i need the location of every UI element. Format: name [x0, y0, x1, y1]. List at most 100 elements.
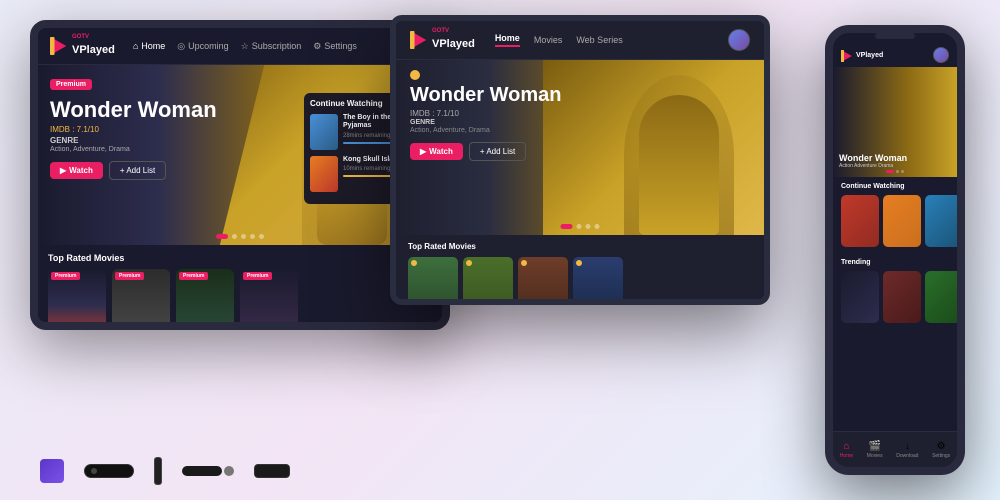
desktop-dot-4[interactable] — [595, 224, 600, 229]
mobile-nav-movies[interactable]: 🎬 Movies — [867, 441, 883, 459]
nav-subscription[interactable]: ☆ Subscription — [241, 41, 302, 52]
desktop-hero-content: Wonder Woman IMDB : 7.1/10 GENRE Action,… — [410, 70, 561, 161]
mobile-trend-card-3[interactable] — [925, 271, 963, 323]
mobile-cw-card-1[interactable] — [841, 195, 879, 247]
device-apple-tv — [254, 464, 290, 478]
desktop-logo-text: GOTV VPlayed — [432, 28, 475, 52]
desktop-nav-web-series[interactable]: Web Series — [576, 35, 622, 45]
logo-sub: GOTV — [72, 34, 115, 40]
mobile-trending-title: Trending — [841, 259, 949, 266]
movie-card-2[interactable]: Premium LOGAN — [112, 269, 170, 330]
movie-card-1[interactable]: Premium STAR WARS — [48, 269, 106, 330]
desktop-hero-genre: Action, Adventure, Drama — [410, 127, 561, 134]
mobile-trend-card-2[interactable] — [883, 271, 921, 323]
add-list-button[interactable]: + Add List — [109, 161, 166, 180]
tablet-logo: GOTV VPlayed — [50, 34, 115, 58]
nav-upcoming[interactable]: ◎ Upcoming — [177, 41, 228, 52]
dot-3[interactable] — [241, 234, 246, 239]
upcoming-icon: ◎ — [177, 41, 185, 52]
desktop-dot-3[interactable] — [586, 224, 591, 229]
dmc-dot-3 — [521, 260, 527, 266]
desktop-add-list-button[interactable]: + Add List — [469, 142, 526, 161]
mobile-download-icon: ↓ — [905, 441, 910, 452]
mobile-movies-label: Movies — [867, 453, 883, 459]
mobile-nav-home[interactable]: ⌂ Home — [840, 441, 853, 459]
desktop-play-icon-btn: ▶ — [420, 147, 426, 156]
devices-row — [40, 457, 290, 485]
dot-5[interactable] — [259, 234, 264, 239]
mobile-device: VPlayed Wonder Woman Action Adventure Dr… — [825, 25, 965, 475]
watch-button[interactable]: ▶ Watch — [50, 162, 103, 179]
mobile-user-avatar[interactable] — [933, 47, 949, 63]
desktop-hero-figure — [624, 75, 734, 235]
fire-stick-dot — [91, 468, 97, 474]
movie-card-4[interactable]: Premium Cold Soul... — [240, 269, 298, 330]
chromecast-head — [224, 466, 234, 476]
desktop-dot-1[interactable] — [561, 224, 573, 229]
desktop-movies-row: ... SWEET COUNTRY SINNER ... — [408, 257, 752, 305]
mobile-notch — [875, 33, 915, 39]
desktop-nav-movies[interactable]: Movies — [534, 35, 563, 45]
mobile-movies-icon: 🎬 — [868, 441, 880, 452]
logo-name: VPlayed — [72, 44, 115, 56]
cw-thumb-1 — [310, 114, 338, 150]
chromecast-body — [182, 466, 222, 476]
mobile-trending: Trending — [833, 253, 957, 329]
mobile-dot-2[interactable] — [896, 170, 899, 173]
tablet-header: GOTV VPlayed ⌂ Home ◎ Upcoming ☆ Subscri… — [38, 28, 442, 65]
dmc-4[interactable]: ... — [573, 257, 623, 305]
desktop-nav-home[interactable]: Home — [495, 33, 520, 47]
movie-card-3[interactable]: Premium TERMINAL — [176, 269, 234, 330]
dot-2[interactable] — [232, 234, 237, 239]
mobile-hero-title: Wonder Woman — [839, 153, 907, 163]
mobile-trend-card-1[interactable] — [841, 271, 879, 323]
mobile-cw-card-2[interactable] — [883, 195, 921, 247]
mobile-dot-1[interactable] — [886, 170, 894, 173]
hero-genre-label: GENRE — [50, 136, 217, 145]
desktop-hero-buttons: ▶ Watch + Add List — [410, 142, 561, 161]
hero-buttons: ▶ Watch + Add List — [50, 161, 217, 180]
hero-carousel-dots — [216, 234, 264, 239]
amazon-box-shape — [40, 459, 64, 483]
device-fire-stick-2 — [154, 457, 162, 485]
desktop-dot-2[interactable] — [577, 224, 582, 229]
movie-badge-2: Premium — [115, 272, 144, 280]
mobile-dot-3[interactable] — [901, 170, 904, 173]
fire-stick-shape-1 — [84, 464, 134, 478]
desktop-top-rated: Top Rated Movies ... SWEET COUNTRY SINNE… — [396, 235, 764, 305]
tablet-device: GOTV VPlayed ⌂ Home ◎ Upcoming ☆ Subscri… — [30, 20, 450, 330]
mobile-carousel-dots — [833, 170, 957, 173]
dot-4[interactable] — [250, 234, 255, 239]
mobile-hero-subtitle: Action Adventure Drama — [839, 163, 907, 169]
movie-badge-4: Premium — [243, 272, 272, 280]
cw-thumb-2 — [310, 156, 338, 192]
nav-settings[interactable]: ⚙ Settings — [313, 41, 357, 52]
home-icon: ⌂ — [133, 41, 138, 51]
dot-1[interactable] — [216, 234, 228, 239]
mobile-cw-card-3[interactable] — [925, 195, 963, 247]
logo-text-area: GOTV VPlayed — [72, 34, 115, 58]
nav-home[interactable]: ⌂ Home — [133, 41, 165, 51]
dmc-3[interactable]: SINNER — [518, 257, 568, 305]
desktop-device: GOTV VPlayed Home Movies Web Series Wond… — [390, 15, 770, 305]
mobile-logo: VPlayed — [841, 49, 883, 61]
desktop-logo: GOTV VPlayed — [410, 28, 475, 52]
mobile-cw-title: Continue Watching — [841, 183, 949, 190]
tablet-nav: ⌂ Home ◎ Upcoming ☆ Subscription ⚙ Setti… — [133, 41, 390, 52]
desktop-hero-body — [639, 95, 719, 235]
dmc-1[interactable]: ... — [408, 257, 458, 305]
play-icon — [50, 37, 68, 55]
desktop-play-icon — [410, 31, 428, 49]
mobile-continue-watching: Continue Watching — [833, 177, 957, 253]
desktop-user-avatar[interactable] — [728, 29, 750, 51]
mobile-nav-download[interactable]: ↓ Download — [896, 441, 918, 459]
mobile-home-icon: ⌂ — [843, 441, 849, 452]
mobile-play-icon — [841, 49, 853, 61]
mobile-nav-settings[interactable]: ⚙ Settings — [932, 441, 950, 459]
device-fire-stick-1 — [84, 464, 134, 478]
desktop-watch-button[interactable]: ▶ Watch — [410, 143, 463, 160]
dmc-2[interactable]: SWEET COUNTRY — [463, 257, 513, 305]
chromecast-shape — [182, 466, 234, 476]
desktop-logo-sub: GOTV — [432, 28, 475, 34]
mobile-settings-label: Settings — [932, 453, 950, 459]
